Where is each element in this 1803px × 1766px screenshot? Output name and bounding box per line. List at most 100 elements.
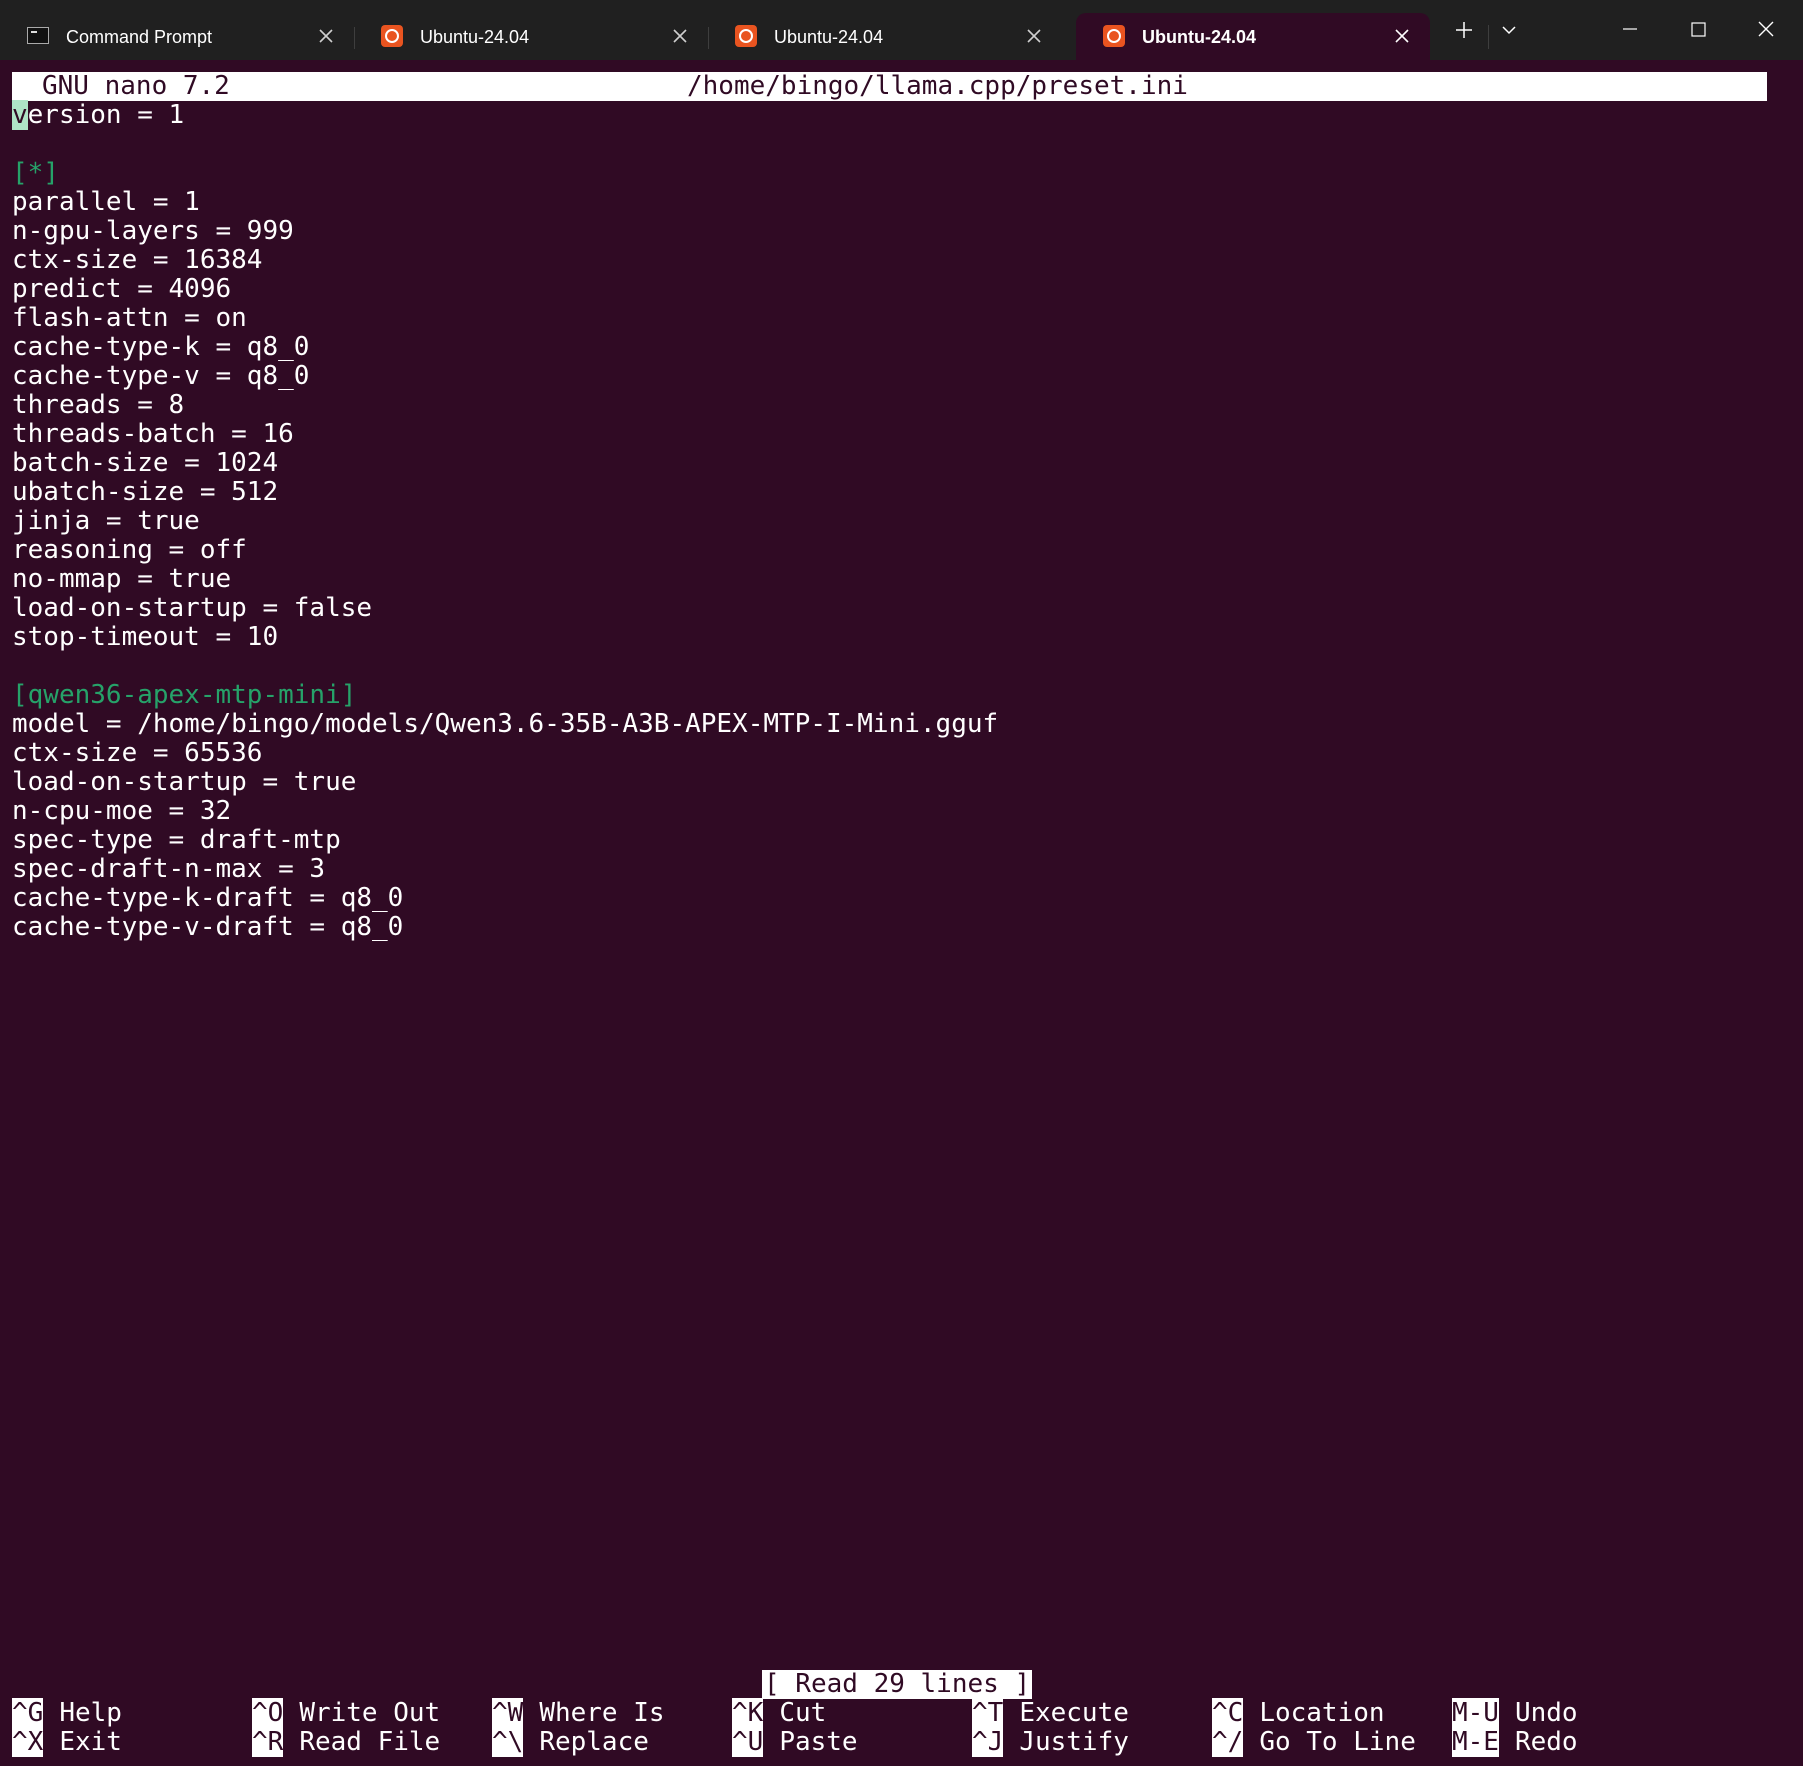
maximize-icon[interactable] (1678, 16, 1718, 44)
editor-line[interactable]: [*] (12, 159, 1767, 188)
tab-ubuntu-3-active[interactable]: Ubuntu-24.04 (1076, 13, 1430, 60)
shortcut-key: M-U (1452, 1698, 1499, 1728)
shortcut-label: Undo (1514, 1698, 1578, 1728)
editor-line[interactable]: model = /home/bingo/models/Qwen3.6-35B-A… (12, 710, 1767, 739)
editor-line[interactable]: batch-size = 1024 (12, 449, 1767, 478)
tab-label: Command Prompt (66, 27, 213, 47)
editor-line[interactable]: spec-type = draft-mtp (12, 826, 1767, 855)
editor-line[interactable]: n-gpu-layers = 999 (12, 217, 1767, 246)
ubuntu-icon (381, 25, 403, 47)
chevron-down-icon[interactable] (1495, 16, 1523, 44)
shortcut-label: Replace (539, 1727, 649, 1757)
editor-line[interactable]: flash-attn = on (12, 304, 1767, 333)
ubuntu-icon (735, 25, 757, 47)
editor-line[interactable]: parallel = 1 (12, 188, 1767, 217)
shortcut-label: Cut (779, 1698, 827, 1728)
shortcut-item: M-E Redo (1452, 1727, 1578, 1757)
new-tab-plus-icon[interactable] (1450, 16, 1478, 44)
nano-title-bar: GNU nano 7.2 /home/bingo/llama.cpp/prese… (12, 72, 1767, 101)
shortcut-item: ^W Where Is (492, 1698, 665, 1728)
shortcut-item: ^\ Replace (492, 1727, 649, 1757)
tab-label: Ubuntu-24.04 (774, 27, 884, 47)
shortcut-key: ^W (492, 1698, 524, 1728)
editor-line[interactable]: jinja = true (12, 507, 1767, 536)
editor-line[interactable]: predict = 4096 (12, 275, 1767, 304)
shortcut-item: ^R Read File (252, 1727, 441, 1757)
shortcut-label: Help (59, 1698, 122, 1728)
editor-line[interactable]: load-on-startup = true (12, 768, 1767, 797)
shortcut-label: Read File (299, 1727, 441, 1757)
shortcut-key: ^J (972, 1727, 1004, 1757)
shortcut-item: ^O Write Out (252, 1698, 440, 1728)
shortcut-label: Paste (779, 1727, 858, 1757)
editor-line[interactable]: no-mmap = true (12, 565, 1767, 594)
file-path: /home/bingo/llama.cpp/preset.ini (687, 71, 1188, 101)
shortcut-key: ^O (252, 1698, 284, 1728)
shortcut-item: ^/ Go To Line (1212, 1727, 1416, 1757)
shortcut-key: ^C (1212, 1698, 1244, 1728)
shortcut-item: ^U Paste (732, 1727, 858, 1757)
editor-line[interactable]: version = 1 (12, 100, 1767, 130)
shortcut-label: Where Is (539, 1698, 665, 1728)
command-prompt-icon (27, 25, 49, 47)
shortcut-item: ^X Exit (12, 1727, 122, 1757)
tab-ubuntu-1[interactable]: Ubuntu-24.04 (354, 13, 708, 60)
editor-line[interactable]: spec-draft-n-max = 3 (12, 855, 1767, 884)
shortcut-item: ^G Help (12, 1698, 122, 1728)
shortcut-label: Execute (1019, 1698, 1129, 1728)
shortcut-key: ^R (252, 1727, 284, 1757)
close-icon[interactable] (1026, 28, 1042, 44)
editor-line[interactable]: ctx-size = 65536 (12, 739, 1767, 768)
nano-version: GNU nano 7.2 (42, 71, 230, 101)
window-close-icon[interactable] (1746, 16, 1786, 44)
editor-line[interactable] (12, 130, 1767, 159)
shortcut-item: M-U Undo (1452, 1698, 1578, 1728)
tab-bar: Command Prompt Ubuntu-24.04 Ubuntu-24.04… (0, 0, 1803, 60)
editor-line[interactable]: ubatch-size = 512 (12, 478, 1767, 507)
shortcut-label: Justify (1019, 1727, 1129, 1757)
shortcut-key: ^K (732, 1698, 764, 1728)
shortcut-label: Redo (1514, 1727, 1578, 1757)
text-cursor: v (12, 100, 28, 130)
tab-ubuntu-2[interactable]: Ubuntu-24.04 (708, 13, 1062, 60)
editor-line[interactable]: n-cpu-moe = 32 (12, 797, 1767, 826)
shortcut-item: ^J Justify (972, 1727, 1129, 1757)
shortcut-key: ^G (12, 1698, 44, 1728)
editor-line[interactable]: [qwen36-apex-mtp-mini] (12, 681, 1767, 710)
toolbar-divider (1488, 25, 1489, 49)
shortcut-label: Location (1259, 1698, 1385, 1728)
close-icon[interactable] (318, 28, 334, 44)
shortcut-key: ^U (732, 1727, 764, 1757)
shortcut-label: Exit (59, 1727, 122, 1757)
ubuntu-icon (1103, 25, 1125, 47)
shortcut-item: ^K Cut (732, 1698, 827, 1728)
editor-text-area[interactable]: version = 1 [*] parallel = 1 n-gpu-layers =… (12, 100, 1767, 942)
tab-label: Ubuntu-24.04 (1142, 27, 1257, 47)
shortcut-item: ^T Execute (972, 1698, 1129, 1728)
terminal-pane[interactable]: GNU nano 7.2 /home/bingo/llama.cpp/prese… (12, 72, 1767, 1762)
editor-line[interactable]: cache-type-k = q8_0 (12, 333, 1767, 362)
editor-line[interactable]: cache-type-v = q8_0 (12, 362, 1767, 391)
shortcut-key: ^\ (492, 1727, 524, 1757)
editor-line[interactable]: cache-type-v-draft = q8_0 (12, 913, 1767, 942)
editor-line[interactable]: threads = 8 (12, 391, 1767, 420)
tab-command-prompt[interactable]: Command Prompt (0, 13, 354, 60)
editor-line[interactable]: cache-type-k-draft = q8_0 (12, 884, 1767, 913)
editor-line[interactable]: reasoning = off (12, 536, 1767, 565)
shortcut-item: ^C Location (1212, 1698, 1385, 1728)
status-message: [ Read 29 lines ] (762, 1669, 1033, 1699)
tab-label: Ubuntu-24.04 (420, 27, 530, 47)
editor-line[interactable]: ctx-size = 16384 (12, 246, 1767, 275)
editor-line[interactable]: stop-timeout = 10 (12, 623, 1767, 652)
shortcut-key: ^T (972, 1698, 1004, 1728)
editor-line[interactable] (12, 652, 1767, 681)
shortcut-key: ^/ (1212, 1727, 1244, 1757)
shortcut-key: ^X (12, 1727, 44, 1757)
shortcut-key: M-E (1452, 1727, 1499, 1757)
close-icon[interactable] (672, 28, 688, 44)
editor-line[interactable]: load-on-startup = false (12, 594, 1767, 623)
shortcut-label: Go To Line (1259, 1727, 1416, 1757)
close-icon[interactable] (1394, 28, 1410, 44)
editor-line[interactable]: threads-batch = 16 (12, 420, 1767, 449)
minimize-icon[interactable] (1610, 16, 1650, 44)
